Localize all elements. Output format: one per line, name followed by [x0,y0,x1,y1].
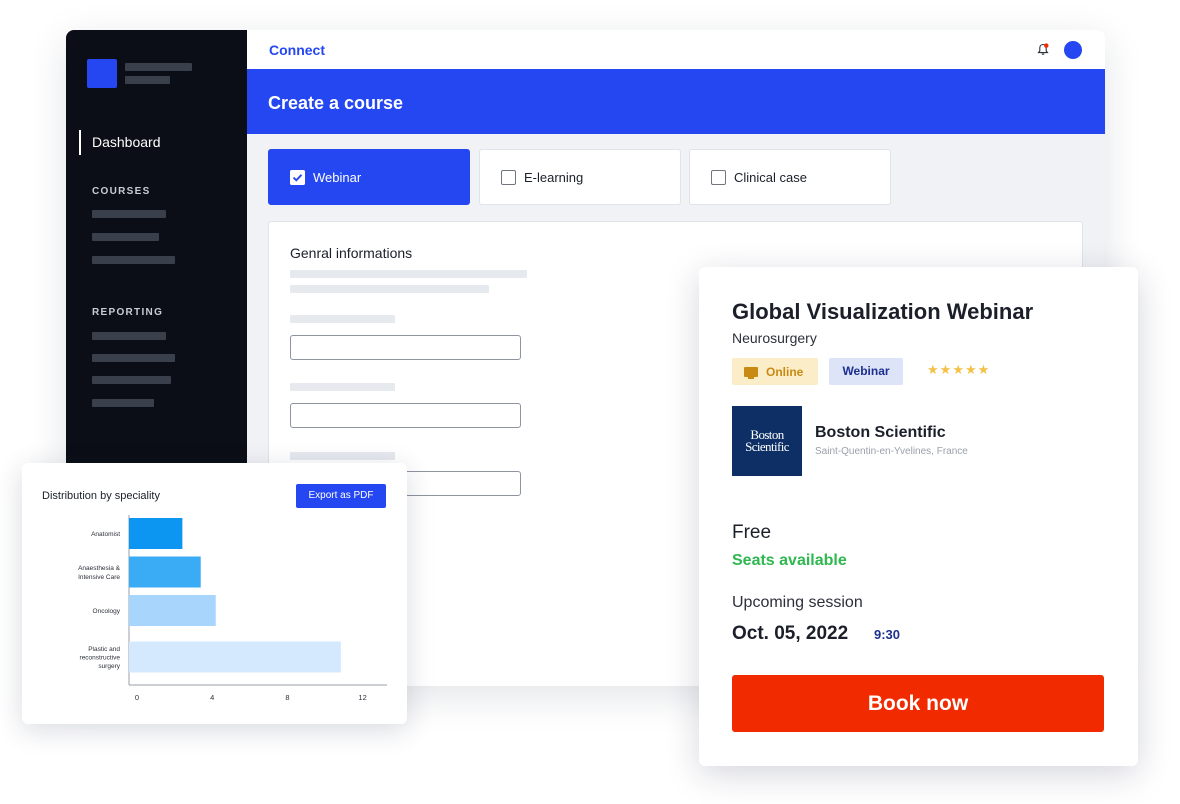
monitor-icon [744,366,758,379]
checkbox-checked-icon[interactable] [290,169,305,185]
page-header-banner: Create a course [247,69,1105,134]
x-tick-label: 4 [210,693,214,702]
course-type-e-learning[interactable]: E-learning [479,149,681,205]
x-tick-label: 0 [135,693,139,702]
sidebar-item-placeholder[interactable] [92,376,171,384]
course-type-webinar[interactable]: Webinar [268,149,470,205]
text-field[interactable] [290,335,521,360]
brand-name[interactable]: Connect [269,42,325,58]
user-avatar[interactable] [1064,41,1082,59]
category-label: surgery [98,663,120,670]
field-label-placeholder [290,383,395,391]
online-tag: Online [732,358,818,385]
sidebar-item-placeholder[interactable] [92,210,166,218]
organizer-name[interactable]: Boston Scientific [815,424,946,442]
bell-icon[interactable] [1037,43,1049,61]
sidebar-item-placeholder[interactable] [92,399,154,407]
field-label-placeholder [290,452,395,460]
x-tick-label: 12 [358,693,366,702]
logo-text-placeholder [125,63,192,71]
sidebar-item-dashboard[interactable]: Dashboard [79,130,239,155]
sidebar-heading-reporting: REPORTING [92,307,164,318]
star-icon: ★ [977,362,991,377]
book-now-button[interactable]: Book now [732,675,1104,732]
checkbox-icon[interactable] [711,169,726,185]
chart-bar [129,556,201,588]
event-specialty: Neurosurgery [732,330,817,346]
star-icon: ★ [952,362,965,377]
course-type-clinical-case[interactable]: Clinical case [689,149,891,205]
field-label-placeholder [290,315,395,323]
category-label: Plastic and [88,646,120,653]
x-tick-label: 8 [285,693,289,702]
category-label: Oncology [93,608,121,615]
event-price: Free [732,522,772,543]
sidebar-item-placeholder[interactable] [92,233,159,241]
text-field[interactable] [290,403,521,428]
logo-subtext-placeholder [125,76,170,84]
course-type-label: E-learning [524,169,584,185]
organizer-logo: Boston Scientific [732,406,802,476]
category-label: Anatomist [91,531,120,538]
category-label: Intensive Care [78,574,120,581]
sidebar-heading-courses: COURSES [92,186,151,197]
event-title: Global Visualization Webinar [732,299,1034,324]
category-label: Anaesthesia & [78,565,121,572]
session-date: Oct. 05, 2022 [732,623,849,644]
session-time: 9:30 [874,627,901,642]
webinar-tag: Webinar [829,358,903,385]
sidebar-item-label: Dashboard [92,134,161,150]
description-placeholder [290,285,489,293]
description-placeholder [290,270,527,278]
chart-bar [129,641,341,673]
sidebar-item-placeholder[interactable] [92,332,166,340]
category-label: reconstructive [80,655,121,662]
bar-chart: Anatomist Anaesthesia & Intensive Care Onco… [78,515,387,702]
top-bar: Connect [247,30,1105,69]
checkbox-icon[interactable] [501,169,516,185]
star-icon: ★ [939,362,953,377]
organizer-logo-text: Boston Scientific [745,427,789,454]
sidebar-item-placeholder[interactable] [92,354,175,362]
availability-status: Seats available [732,552,847,569]
rating-stars: ★★★★★ [927,362,990,378]
page-title: Create a course [268,93,404,113]
chart-bar [129,518,183,549]
app-logo[interactable] [87,59,117,88]
chart-bar [129,595,216,626]
distribution-chart-card: Distribution by speciality Export as PDF… [22,463,407,724]
course-type-label: Clinical case [734,169,807,185]
course-type-label: Webinar [313,169,362,185]
webinar-event-card: Global Visualization Webinar Neurosurger… [699,267,1138,766]
session-label: Upcoming session [732,594,863,611]
form-section-title: Genral informations [290,245,413,261]
sidebar-item-placeholder[interactable] [92,256,175,264]
star-icon: ★ [964,362,978,377]
star-icon: ★ [927,362,940,377]
online-tag-label: Online [766,364,804,379]
organizer-location: Saint-Quentin-en-Yvelines, France [815,446,968,457]
